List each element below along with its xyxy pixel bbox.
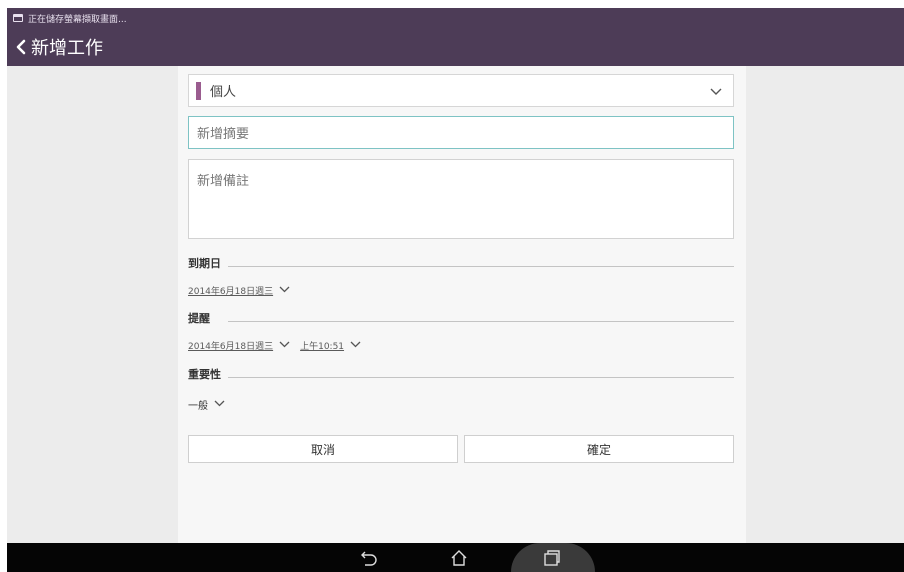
chevron-down-icon[interactable] [350,341,361,351]
notes-input[interactable]: 新增備註 [188,159,734,239]
due-date-row: 2014年6月18日週三 [188,284,300,297]
notes-placeholder: 新增備註 [197,174,250,189]
due-date-divider [228,266,734,267]
status-bar: 正在儲存螢幕擷取畫面... [7,8,904,28]
recent-apps-icon[interactable] [541,547,563,569]
due-date-label: 到期日 [188,257,221,270]
reminder-divider [228,321,734,322]
due-date-picker[interactable]: 2014年6月18日週三 [188,284,273,297]
summary-input[interactable]: 新增摘要 [188,116,734,149]
cancel-button[interactable]: 取消 [188,435,458,463]
chevron-down-icon[interactable] [279,286,290,296]
importance-label: 重要性 [188,368,221,381]
back-nav-icon[interactable] [358,547,380,569]
system-nav-bar [7,543,904,572]
action-bar: 新增工作 [7,28,904,66]
summary-placeholder: 新增摘要 [197,127,250,142]
app-screen: 正在儲存螢幕擷取畫面... 新增工作 個人 新增摘要 新增備註 到期日 2014… [7,8,904,572]
importance-row: 一般 [188,397,235,412]
reminder-date-picker[interactable]: 2014年6月18日週三 [188,339,273,352]
chevron-down-icon[interactable] [279,341,290,351]
status-notification-text: 正在儲存螢幕擷取畫面... [28,14,127,25]
importance-selector[interactable]: 一般 [188,397,208,412]
importance-divider [228,377,734,378]
category-dropdown[interactable]: 個人 [188,74,734,107]
reminder-time-picker[interactable]: 上午10:51 [300,339,344,352]
back-arrow-icon[interactable] [13,37,29,57]
chevron-down-icon[interactable] [214,400,225,410]
category-color-swatch [196,81,201,100]
screenshot-icon [13,14,23,22]
chevron-down-icon [709,81,723,100]
confirm-button[interactable]: 確定 [464,435,734,463]
home-nav-icon[interactable] [448,547,470,569]
reminder-row: 2014年6月18日週三 上午10:51 [188,339,371,352]
category-selected-value: 個人 [210,85,237,100]
task-form: 個人 新增摘要 新增備註 到期日 2014年6月18日週三 提醒 2014年6月… [178,66,746,543]
page-title[interactable]: 新增工作 [31,34,103,60]
reminder-label: 提醒 [188,312,210,325]
